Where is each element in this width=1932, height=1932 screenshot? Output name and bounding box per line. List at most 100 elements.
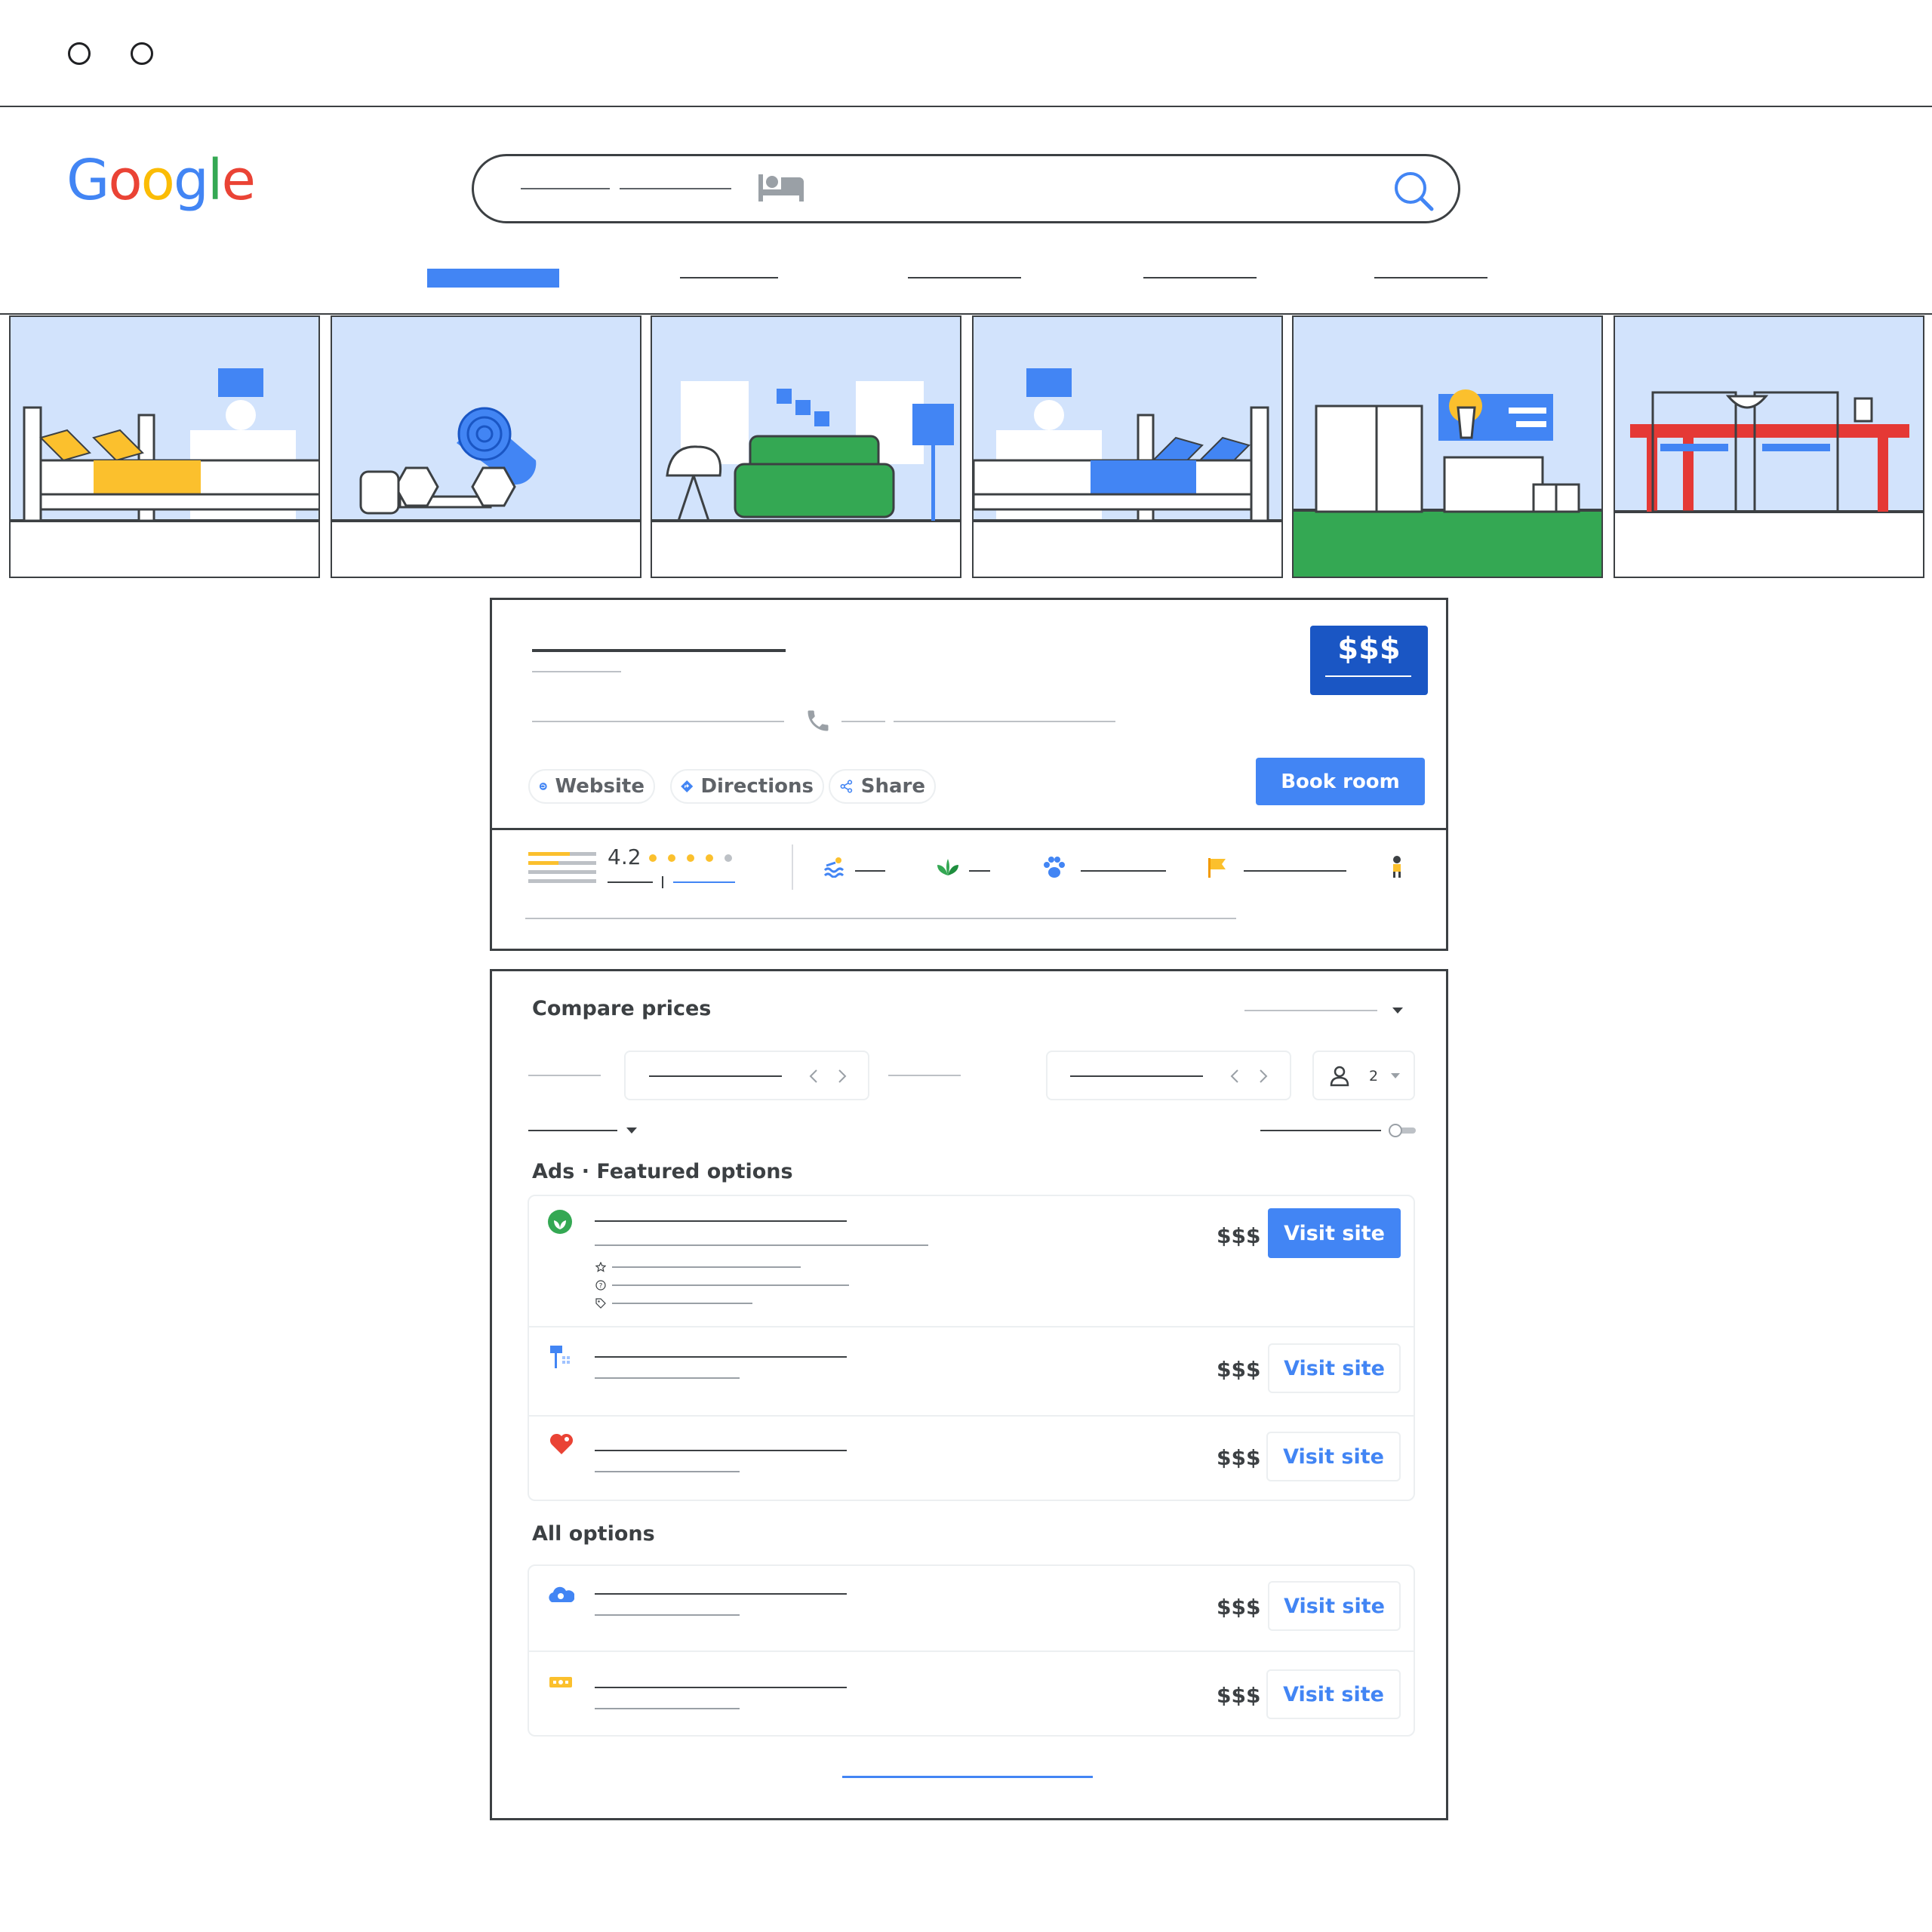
star-outline-icon bbox=[595, 1262, 606, 1272]
photo-bedroom-yellow[interactable] bbox=[9, 315, 320, 578]
visit-site-button[interactable]: Visit site bbox=[1268, 1343, 1401, 1393]
person-icon bbox=[1393, 856, 1401, 878]
tab-active[interactable] bbox=[427, 269, 559, 288]
provider-detail-placeholder bbox=[595, 1708, 740, 1709]
rating-divider bbox=[792, 844, 793, 890]
price-badge-underline bbox=[1325, 675, 1411, 677]
provider-name-placeholder bbox=[595, 1593, 847, 1595]
leaf-logo-icon bbox=[548, 1210, 572, 1234]
google-logo[interactable]: Google bbox=[66, 148, 256, 213]
provider-name-placeholder bbox=[595, 1220, 847, 1222]
price-badge[interactable]: $$$ bbox=[1310, 626, 1428, 695]
sort-option-placeholder[interactable] bbox=[1244, 1010, 1377, 1011]
phone-icon[interactable] bbox=[804, 707, 832, 734]
hotel-class-link[interactable] bbox=[673, 881, 735, 883]
website-button[interactable]: Website bbox=[528, 769, 655, 804]
price: $$$ bbox=[1217, 1357, 1261, 1382]
guests-selector[interactable]: 2 bbox=[1312, 1051, 1415, 1100]
star-icon bbox=[706, 854, 713, 862]
share-button[interactable]: Share bbox=[829, 769, 936, 804]
chevron-right-icon[interactable] bbox=[1258, 1069, 1269, 1084]
check-out-date-picker[interactable] bbox=[1046, 1051, 1291, 1100]
hotel-info-placeholder bbox=[894, 721, 1115, 722]
photo-fitness-equipment[interactable] bbox=[331, 315, 641, 578]
all-options-list: $$$ Visit site $$$ Visit site bbox=[528, 1564, 1415, 1737]
chevron-right-icon[interactable] bbox=[837, 1069, 848, 1084]
star-icon bbox=[649, 854, 657, 862]
caret-down-icon[interactable] bbox=[626, 1127, 638, 1134]
hotel-address-placeholder bbox=[532, 721, 784, 722]
photo-bedroom-blue[interactable] bbox=[972, 315, 1283, 578]
tab[interactable] bbox=[1374, 277, 1487, 278]
photo-exterior-buildings[interactable] bbox=[1292, 315, 1603, 578]
phone-number-placeholder bbox=[841, 721, 885, 722]
directions-label: Directions bbox=[700, 775, 814, 798]
toggle-switch[interactable] bbox=[1389, 1124, 1416, 1137]
amenity-label-placeholder bbox=[1081, 870, 1166, 872]
filter-dropdown-placeholder[interactable] bbox=[528, 1130, 617, 1131]
window-dot[interactable] bbox=[131, 42, 153, 65]
tab[interactable] bbox=[908, 277, 1021, 278]
all-options-title: All options bbox=[532, 1522, 655, 1546]
lamp-logo-icon bbox=[550, 1346, 570, 1368]
visit-site-button[interactable]: Visit site bbox=[1266, 1669, 1401, 1719]
pool-icon bbox=[823, 857, 844, 878]
featured-options-list: ? $$$ Visit site $$$ Visit site $$$ Visi… bbox=[528, 1195, 1415, 1501]
tab[interactable] bbox=[680, 277, 778, 278]
directions-button[interactable]: Directions bbox=[670, 769, 824, 804]
guests-count: 2 bbox=[1369, 1068, 1379, 1084]
photo-dining-table[interactable] bbox=[1614, 315, 1924, 578]
card-divider bbox=[492, 828, 1446, 830]
flag-icon bbox=[1208, 858, 1226, 878]
star-icon bbox=[668, 854, 675, 862]
check-out-date-placeholder bbox=[1070, 1075, 1203, 1077]
star-rating bbox=[649, 854, 732, 862]
rating-value: 4.2 bbox=[608, 844, 641, 869]
directions-icon bbox=[681, 780, 694, 793]
check-in-label-placeholder bbox=[528, 1075, 601, 1076]
window-dot[interactable] bbox=[68, 42, 91, 65]
visit-site-button[interactable]: Visit site bbox=[1268, 1581, 1401, 1631]
share-label: Share bbox=[860, 775, 925, 798]
website-label: Website bbox=[555, 775, 645, 798]
price: $$$ bbox=[1217, 1445, 1261, 1470]
view-more-link[interactable] bbox=[842, 1776, 1093, 1778]
cloud-logo-icon bbox=[549, 1586, 574, 1602]
help-icon: ? bbox=[595, 1280, 606, 1291]
caret-down-icon bbox=[1391, 1073, 1400, 1078]
compare-prices-title: Compare prices bbox=[532, 997, 712, 1020]
pet-paw-icon bbox=[1044, 857, 1065, 878]
book-room-button[interactable]: Book room bbox=[1256, 758, 1425, 805]
check-in-date-picker[interactable] bbox=[624, 1051, 869, 1100]
check-out-label-placeholder bbox=[888, 1075, 961, 1076]
search-icon[interactable] bbox=[1392, 170, 1435, 212]
provider-name-placeholder bbox=[595, 1356, 847, 1358]
hotel-name-placeholder bbox=[532, 649, 786, 652]
provider-name-placeholder bbox=[595, 1687, 847, 1688]
hotel-subtitle-placeholder bbox=[532, 671, 621, 672]
chevron-left-icon[interactable] bbox=[1229, 1069, 1240, 1084]
check-in-date-placeholder bbox=[649, 1075, 782, 1077]
caret-down-icon[interactable] bbox=[1391, 1006, 1404, 1015]
window-divider bbox=[0, 106, 1932, 107]
compare-prices-card: Compare prices 2 Ads · Featured options bbox=[490, 969, 1448, 1820]
row-divider bbox=[529, 1651, 1414, 1652]
chevron-left-icon[interactable] bbox=[808, 1069, 819, 1084]
price: $$$ bbox=[1217, 1683, 1261, 1708]
review-summary-icon bbox=[528, 852, 596, 883]
visit-site-button[interactable]: Visit site bbox=[1266, 1432, 1401, 1481]
search-text-placeholder bbox=[521, 188, 610, 189]
heart-logo-icon bbox=[549, 1433, 574, 1454]
amenity-label-placeholder bbox=[1244, 870, 1346, 872]
price: $$$ bbox=[1217, 1595, 1261, 1620]
visit-site-button[interactable]: Visit site bbox=[1268, 1208, 1401, 1258]
person-outline-icon bbox=[1330, 1066, 1349, 1087]
eco-leaf-icon bbox=[937, 859, 958, 875]
search-bar[interactable] bbox=[472, 154, 1460, 223]
hotel-info-card: $$$ Website Directions Share Book room 4… bbox=[490, 598, 1448, 951]
featured-options-title: Ads · Featured options bbox=[532, 1160, 793, 1183]
tab[interactable] bbox=[1143, 277, 1257, 278]
provider-perk-placeholder bbox=[612, 1284, 849, 1286]
website-icon bbox=[539, 783, 547, 790]
photo-lounge-sofa[interactable] bbox=[651, 315, 961, 578]
